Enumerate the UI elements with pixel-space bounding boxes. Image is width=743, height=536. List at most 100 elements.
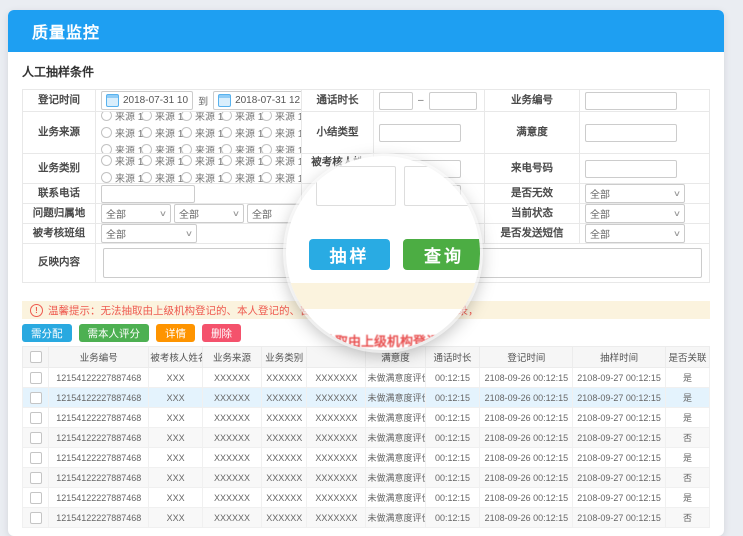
biz-source-option[interactable]: 来源 1 <box>101 142 141 154</box>
biz-source-option[interactable]: 来源 1 <box>101 125 141 140</box>
feedback-label: 反映内容 <box>23 244 96 282</box>
biz-source-option[interactable]: 来源 1 <box>221 125 261 140</box>
radio-icon[interactable] <box>181 127 192 138</box>
row-checkbox[interactable] <box>30 492 42 504</box>
biz-source-option[interactable]: 来源 1 <box>261 142 301 154</box>
assessed-team-select[interactable]: 全部∨ <box>101 224 197 243</box>
biz-category-option[interactable]: 来源 1 <box>261 154 301 168</box>
call-duration-fields: – <box>374 90 484 112</box>
biz-category-option[interactable]: 来源 1 <box>141 154 181 168</box>
radio-icon[interactable] <box>141 155 152 166</box>
table-row[interactable]: 12154122227887468 XXX XXXXXX XXXXXX XXXX… <box>23 488 710 508</box>
row-checkbox[interactable] <box>30 412 42 424</box>
reg-time-from-input[interactable]: 2018-07-31 10 <box>101 91 193 110</box>
radio-icon[interactable] <box>141 172 152 183</box>
cell-reg-time: 2108-09-26 00:12:15 <box>480 368 573 388</box>
self-score-button[interactable]: 需本人评分 <box>79 324 150 342</box>
biz-source-option[interactable]: 来源 1 <box>221 112 261 123</box>
radio-icon[interactable] <box>141 127 152 138</box>
biz-source-option[interactable]: 来源 1 <box>141 142 181 154</box>
radio-icon[interactable] <box>221 172 232 183</box>
biz-source-option[interactable]: 来源 1 <box>181 112 221 123</box>
select-all-checkbox[interactable] <box>30 351 42 363</box>
biz-category-option[interactable]: 来源 1 <box>101 170 141 185</box>
biz-category-option[interactable]: 来源 1 <box>181 170 221 185</box>
radio-icon[interactable] <box>261 155 272 166</box>
magnified-select <box>404 166 478 206</box>
delete-button[interactable]: 删除 <box>202 324 241 342</box>
biz-source-option[interactable]: 来源 1 <box>221 142 261 154</box>
radio-icon[interactable] <box>261 127 272 138</box>
reg-time-to-input[interactable]: 2018-07-31 12 <box>213 91 301 110</box>
biz-source-option[interactable]: 来源 1 <box>141 112 181 123</box>
caller-no-input[interactable] <box>585 160 677 178</box>
row-checkbox[interactable] <box>30 432 42 444</box>
radio-icon[interactable] <box>261 172 272 183</box>
cell-reg-time: 2108-09-26 00:12:15 <box>480 428 573 448</box>
row-checkbox[interactable] <box>30 472 42 484</box>
radio-icon[interactable] <box>101 172 112 183</box>
cell-linked: 是 <box>665 368 709 388</box>
summary-type-input[interactable] <box>379 124 461 142</box>
issue-region-select-1[interactable]: 全部∨ <box>101 204 171 223</box>
biz-source-option[interactable]: 来源 1 <box>261 125 301 140</box>
biz-source-option[interactable]: 来源 1 <box>141 125 181 140</box>
radio-icon[interactable] <box>141 112 152 121</box>
biz-category-option[interactable]: 来源 1 <box>101 154 141 168</box>
biz-no-input[interactable] <box>585 92 677 110</box>
row-checkbox[interactable] <box>30 452 42 464</box>
invalid-select[interactable]: 全部∨ <box>585 184 685 203</box>
row-checkbox[interactable] <box>30 372 42 384</box>
radio-icon[interactable] <box>261 112 272 121</box>
table-row[interactable]: 12154122227887468 XXX XXXXXX XXXXXX XXXX… <box>23 428 710 448</box>
table-row[interactable]: 12154122227887468 XXX XXXXXX XXXXXX XXXX… <box>23 508 710 528</box>
biz-category-option[interactable]: 来源 1 <box>221 154 261 168</box>
cell-reg-time: 2108-09-26 00:12:15 <box>480 468 573 488</box>
radio-icon[interactable] <box>181 144 192 154</box>
table-row[interactable]: 12154122227887468 XXX XXXXXX XXXXXX XXXX… <box>23 408 710 428</box>
biz-category-option[interactable]: 来源 1 <box>221 170 261 185</box>
biz-source-option[interactable]: 来源 1 <box>181 125 221 140</box>
cell-source: XXXXXX <box>202 508 261 528</box>
sample-button[interactable]: 抽样 <box>309 239 390 270</box>
call-duration-max-input[interactable] <box>429 92 477 110</box>
satisfaction-input[interactable] <box>585 124 677 142</box>
biz-source-option[interactable]: 来源 1 <box>181 142 221 154</box>
biz-category-option[interactable]: 来源 1 <box>181 154 221 168</box>
radio-icon[interactable] <box>101 127 112 138</box>
radio-icon[interactable] <box>221 144 232 154</box>
table-row[interactable]: 12154122227887468 XXX XXXXXX XXXXXX XXXX… <box>23 468 710 488</box>
call-duration-min-input[interactable] <box>379 92 413 110</box>
biz-source-option[interactable]: 来源 1 <box>101 112 141 123</box>
cell-assessee: XXX <box>149 388 203 408</box>
cell-biz-no: 12154122227887468 <box>49 368 149 388</box>
radio-icon[interactable] <box>141 144 152 154</box>
cell-source: XXXXXX <box>202 388 261 408</box>
biz-category-option[interactable]: 来源 1 <box>141 170 181 185</box>
table-row[interactable]: 12154122227887468 XXX XXXXXX XXXXXX XXXX… <box>23 388 710 408</box>
row-checkbox[interactable] <box>30 512 42 524</box>
issue-region-select-2[interactable]: 全部∨ <box>174 204 244 223</box>
sms-sent-select[interactable]: 全部∨ <box>585 224 685 243</box>
current-status-select[interactable]: 全部∨ <box>585 204 685 223</box>
row-checkbox[interactable] <box>30 392 42 404</box>
biz-category-option[interactable]: 来源 1 <box>261 170 301 185</box>
radio-icon[interactable] <box>181 172 192 183</box>
detail-button[interactable]: 详情 <box>156 324 195 342</box>
table-row[interactable]: 12154122227887468 XXX XXXXXX XXXXXX XXXX… <box>23 368 710 388</box>
radio-icon[interactable] <box>261 144 272 154</box>
radio-icon[interactable] <box>221 112 232 121</box>
radio-icon[interactable] <box>101 112 112 121</box>
reassign-button[interactable]: 需分配 <box>22 324 72 342</box>
contact-phone-input[interactable] <box>101 185 195 203</box>
radio-icon[interactable] <box>221 127 232 138</box>
radio-icon[interactable] <box>101 144 112 154</box>
radio-icon[interactable] <box>221 155 232 166</box>
radio-icon[interactable] <box>181 112 192 121</box>
biz-source-option[interactable]: 来源 1 <box>261 112 301 123</box>
query-button[interactable]: 查询 <box>403 239 480 270</box>
table-row[interactable]: 12154122227887468 XXX XXXXXX XXXXXX XXXX… <box>23 448 710 468</box>
cell-category: XXXXXX <box>262 488 307 508</box>
radio-icon[interactable] <box>181 155 192 166</box>
radio-icon[interactable] <box>101 155 112 166</box>
